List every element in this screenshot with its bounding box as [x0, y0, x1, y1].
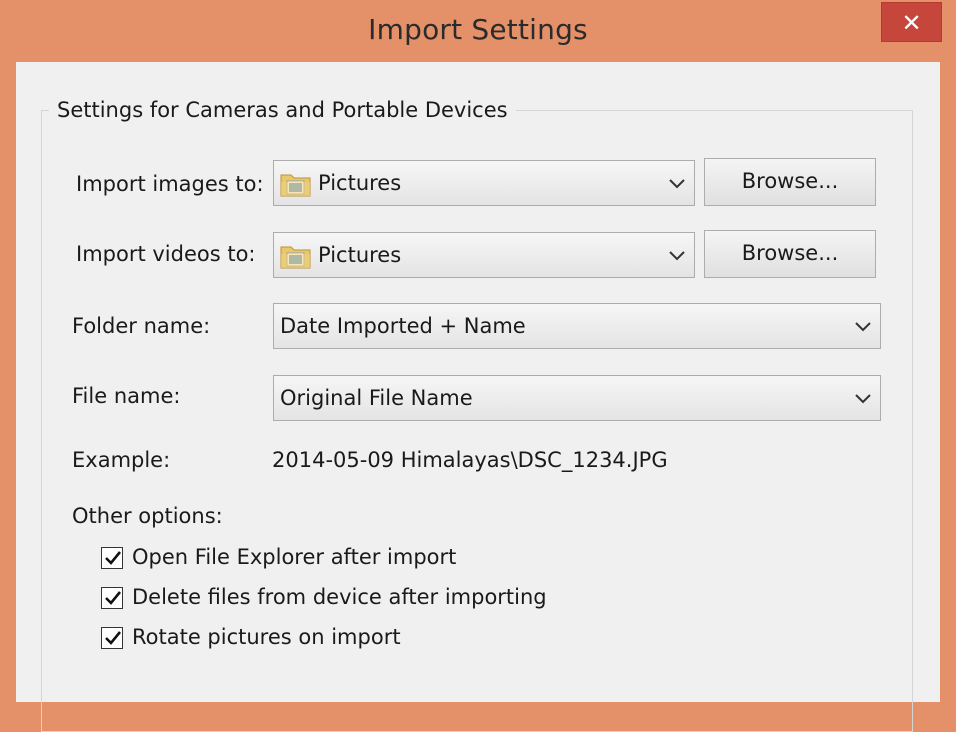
checkmark-icon	[105, 591, 122, 605]
rotate-pictures-checkbox[interactable]	[101, 627, 123, 649]
chevron-down-icon	[669, 251, 685, 261]
import-videos-value: Pictures	[318, 243, 402, 267]
chevron-down-icon	[669, 179, 685, 189]
delete-files-label[interactable]: Delete files from device after importing	[132, 585, 547, 609]
rotate-pictures-label[interactable]: Rotate pictures on import	[132, 625, 401, 649]
browse-videos-button[interactable]: Browse...	[704, 230, 876, 278]
open-explorer-checkbox[interactable]	[101, 547, 123, 569]
folder-name-label: Folder name:	[72, 314, 211, 338]
open-explorer-label[interactable]: Open File Explorer after import	[132, 545, 456, 569]
file-name-dropdown[interactable]: Original File Name	[273, 375, 881, 421]
checkmark-icon	[105, 631, 122, 645]
group-title: Settings for Cameras and Portable Device…	[49, 98, 516, 122]
title-bar: Import Settings ✕	[0, 0, 956, 62]
folder-name-dropdown[interactable]: Date Imported + Name	[273, 303, 881, 349]
chevron-down-icon	[855, 322, 871, 332]
chevron-down-icon	[855, 394, 871, 404]
checkmark-icon	[105, 551, 122, 565]
import-images-dropdown[interactable]: Pictures	[273, 160, 695, 206]
folder-name-value: Date Imported + Name	[280, 314, 526, 338]
window-title: Import Settings	[368, 13, 588, 46]
example-label: Example:	[72, 448, 171, 472]
file-name-value: Original File Name	[280, 386, 473, 410]
folder-icon	[280, 246, 311, 269]
folder-icon	[280, 174, 311, 197]
file-name-label: File name:	[72, 384, 181, 408]
other-options-label: Other options:	[72, 504, 223, 528]
example-value: 2014-05-09 Himalayas\DSC_1234.JPG	[272, 448, 668, 472]
close-button[interactable]: ✕	[881, 2, 942, 42]
dialog-body: Settings for Cameras and Portable Device…	[16, 62, 940, 732]
close-icon: ✕	[901, 9, 922, 37]
import-videos-dropdown[interactable]: Pictures	[273, 232, 695, 278]
browse-images-button[interactable]: Browse...	[704, 158, 876, 206]
import-videos-label: Import videos to:	[76, 242, 256, 266]
import-images-label: Import images to:	[76, 172, 264, 196]
delete-files-checkbox[interactable]	[101, 587, 123, 609]
import-images-value: Pictures	[318, 171, 402, 195]
